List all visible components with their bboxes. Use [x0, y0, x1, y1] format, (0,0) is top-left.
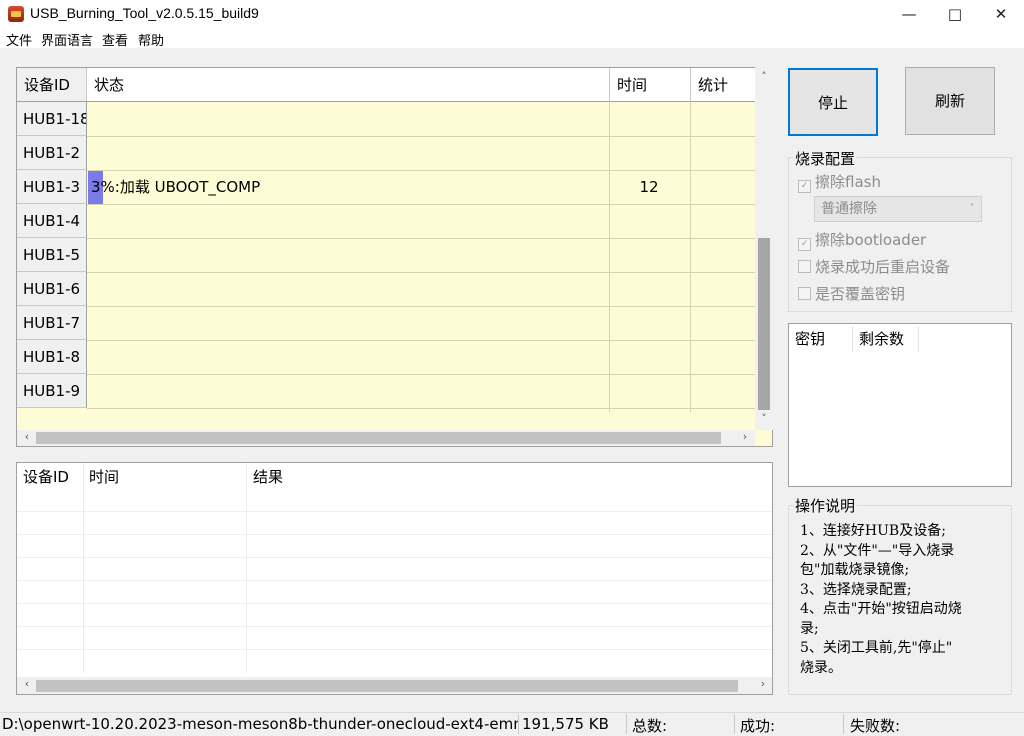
log-horizontal-scrollbar-thumb[interactable] — [36, 680, 738, 692]
menu-help[interactable]: 帮助 — [138, 30, 164, 49]
close-icon[interactable]: ✕ — [978, 0, 1024, 28]
column-header-stats[interactable]: 统计 — [691, 68, 761, 102]
log-table: 设备ID 时间 结果 — [16, 462, 773, 695]
erase-flash-checkbox[interactable]: ✓ 擦除flash — [798, 171, 881, 193]
status-file-size: 191,575 KB — [522, 715, 609, 733]
horizontal-scrollbar-thumb[interactable] — [36, 432, 721, 444]
minimize-icon[interactable]: — — [886, 0, 932, 28]
reboot-after-label: 烧录成功后重启设备 — [815, 258, 951, 276]
grid-line — [246, 463, 247, 673]
status-total: 总数: — [632, 717, 668, 735]
erase-bootloader-label: 擦除bootloader — [815, 231, 927, 249]
row-header-device[interactable]: HUB1-9 — [17, 374, 87, 408]
column-header-time[interactable]: 时间 — [610, 68, 691, 102]
key-column-key[interactable]: 密钥 — [789, 326, 853, 352]
key-table: 密钥 剩余数 — [788, 323, 1012, 487]
grid-line — [17, 580, 772, 581]
row-header-device[interactable]: HUB1-5 — [17, 238, 87, 272]
column-header-device-id[interactable]: 设备ID — [17, 68, 87, 102]
grid-line — [87, 374, 755, 375]
erase-mode-select[interactable]: 普通擦除 — [814, 196, 982, 222]
status-separator — [843, 714, 844, 734]
instruction-line: 5、关闭工具前,先"停止" — [800, 640, 953, 656]
instructions-title: 操作说明 — [793, 495, 858, 516]
erase-flash-label: 擦除flash — [815, 173, 881, 191]
instruction-line: 烧录。 — [800, 660, 842, 676]
grid-line — [87, 340, 755, 341]
menu-view[interactable]: 查看 — [102, 30, 128, 49]
device-status-text: 3%:加载 UBOOT_COMP — [91, 178, 261, 196]
status-separator — [734, 714, 735, 734]
menu-language[interactable]: 界面语言 — [41, 30, 93, 49]
scroll-down-icon[interactable]: ˅ — [755, 412, 773, 425]
grid-line — [17, 511, 772, 512]
grid-line — [17, 649, 772, 650]
grid-line — [17, 626, 772, 627]
instruction-line: 1、连接好HUB及设备; — [800, 523, 946, 539]
log-column-time[interactable]: 时间 — [83, 463, 247, 491]
scroll-right-icon[interactable]: › — [754, 677, 772, 690]
device-table: 设备ID 状态 时间 统计 HUB1-18 HUB1-2 HUB1-3 HUB1… — [16, 67, 773, 447]
row-header-device[interactable]: HUB1-7 — [17, 306, 87, 340]
overwrite-key-label: 是否覆盖密钥 — [815, 285, 906, 303]
status-separator — [518, 714, 519, 734]
vertical-scrollbar-thumb[interactable] — [758, 238, 770, 410]
checkmark-icon: ✓ — [798, 238, 811, 251]
grid-line — [17, 603, 772, 604]
instruction-line: 4、点击"开始"按钮启动烧 — [800, 601, 962, 617]
dropdown-arrow-icon[interactable]: ˅ — [964, 197, 980, 221]
burn-config-title: 烧录配置 — [793, 148, 858, 169]
scroll-left-icon[interactable]: ‹ — [18, 430, 36, 443]
status-separator — [626, 714, 627, 734]
row-header-device[interactable]: HUB1-2 — [17, 136, 87, 170]
grid-line — [609, 102, 610, 412]
grid-line — [87, 204, 755, 205]
status-success: 成功: — [740, 717, 776, 735]
checkmark-icon: ✓ — [798, 180, 811, 193]
grid-line — [87, 272, 755, 273]
status-file-path: D:\openwrt-10.20.2023-meson-meson8b-thun… — [2, 715, 518, 733]
grid-line — [87, 306, 755, 307]
device-time-text: 12 — [639, 178, 659, 196]
erase-bootloader-checkbox[interactable]: ✓ 擦除bootloader — [798, 229, 926, 251]
status-fail: 失败数: — [850, 717, 901, 735]
row-header-device[interactable]: HUB1-3 — [17, 170, 87, 204]
row-header-device[interactable]: HUB1-4 — [17, 204, 87, 238]
row-header-device[interactable]: HUB1-6 — [17, 272, 87, 306]
instruction-line: 录; — [800, 621, 819, 637]
log-column-device-id[interactable]: 设备ID — [17, 463, 83, 491]
grid-line — [87, 136, 755, 137]
key-column-remaining[interactable]: 剩余数 — [853, 326, 919, 352]
window-title: USB_Burning_Tool_v2.0.5.15_build9 — [30, 5, 259, 21]
scroll-right-icon[interactable]: › — [736, 430, 754, 443]
instruction-line: 3、选择烧录配置; — [800, 582, 912, 598]
grid-line — [17, 557, 772, 558]
app-icon — [8, 6, 24, 22]
overwrite-key-checkbox[interactable]: 是否覆盖密钥 — [798, 283, 905, 305]
maximize-icon[interactable]: □ — [932, 0, 978, 28]
menu-file[interactable]: 文件 — [6, 30, 32, 49]
grid-line — [690, 102, 691, 412]
grid-line — [83, 463, 84, 673]
column-header-status[interactable]: 状态 — [87, 68, 610, 102]
instruction-line: 包"加载烧录镜像; — [800, 562, 910, 578]
checkbox-box — [798, 287, 811, 300]
checkbox-box — [798, 260, 811, 273]
stop-button[interactable]: 停止 — [788, 68, 878, 136]
refresh-button[interactable]: 刷新 — [905, 67, 995, 135]
instruction-line: 2、从"文件"—"导入烧录 — [800, 543, 955, 559]
row-header-device[interactable]: HUB1-18 — [17, 102, 87, 136]
grid-line — [17, 534, 772, 535]
log-column-result[interactable]: 结果 — [247, 463, 767, 491]
row-header-device[interactable]: HUB1-8 — [17, 340, 87, 374]
grid-line — [87, 408, 755, 409]
grid-line — [87, 238, 755, 239]
reboot-after-checkbox[interactable]: 烧录成功后重启设备 — [798, 256, 950, 278]
scroll-up-icon[interactable]: ˄ — [755, 70, 773, 83]
scroll-left-icon[interactable]: ‹ — [18, 677, 36, 690]
